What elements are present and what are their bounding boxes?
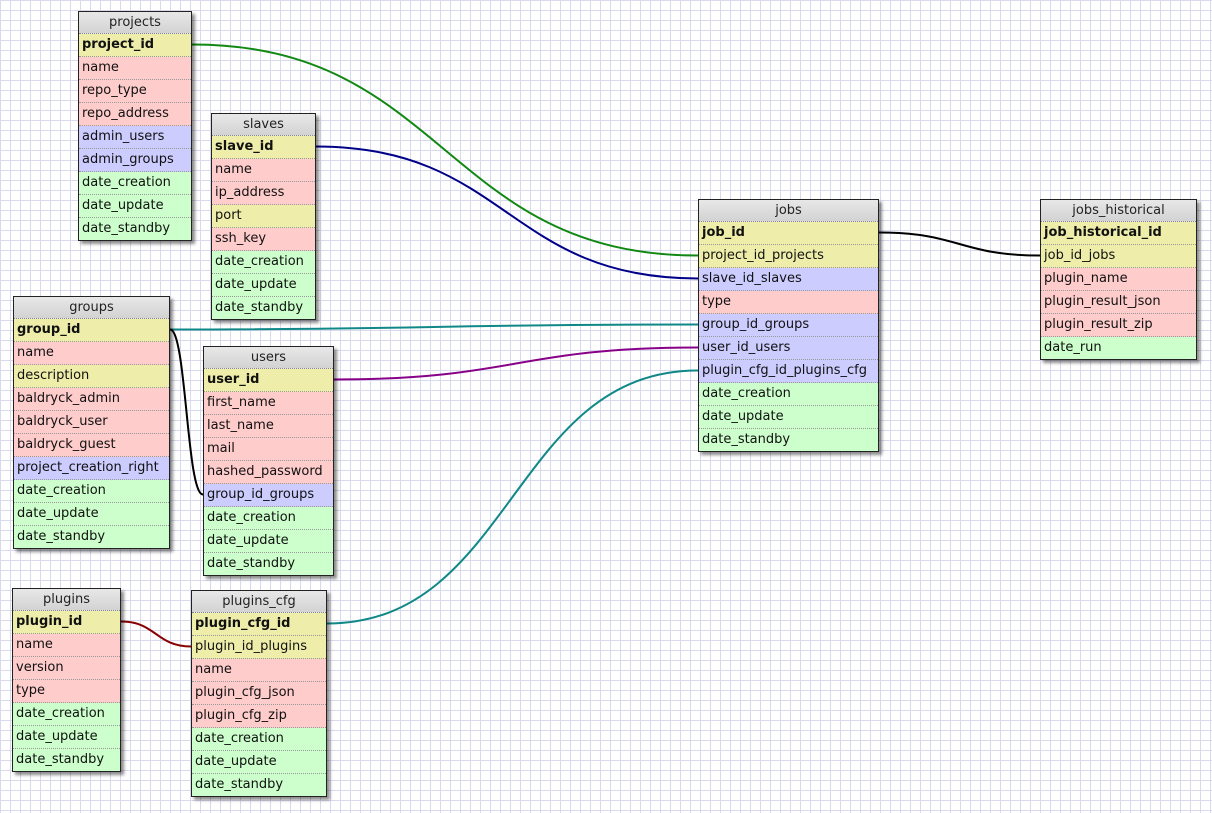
table-field[interactable]: date_update xyxy=(204,530,333,553)
table-field[interactable]: date_update xyxy=(212,274,315,297)
relation-link xyxy=(169,328,204,496)
table-field[interactable]: date_standby xyxy=(192,774,326,796)
table-jobs[interactable]: jobs job_id project_id_projects slave_id_sl… xyxy=(698,199,879,452)
table-plugins[interactable]: plugins plugin_id name version type date_crea… xyxy=(12,588,121,772)
table-field[interactable]: date_update xyxy=(79,195,191,218)
table-title[interactable]: users xyxy=(204,347,333,369)
table-jobs-historical[interactable]: jobs_historical job_historical_id job_id_j… xyxy=(1040,199,1197,360)
table-title[interactable]: slaves xyxy=(212,114,315,136)
table-field[interactable]: date_creation xyxy=(13,703,120,726)
table-field[interactable]: date_creation xyxy=(14,480,169,503)
table-field[interactable]: baldryck_guest xyxy=(14,434,169,457)
table-title[interactable]: jobs xyxy=(699,200,878,222)
primary-key-field[interactable]: job_historical_id xyxy=(1041,222,1196,245)
table-field[interactable]: date_run xyxy=(1041,337,1196,359)
primary-key-field[interactable]: slave_id xyxy=(212,136,315,159)
table-field[interactable]: project_id_projects xyxy=(699,245,878,268)
table-field[interactable]: ip_address xyxy=(212,182,315,205)
table-slaves[interactable]: slaves slave_id name ip_address port ssh_key d… xyxy=(211,113,316,320)
table-field[interactable]: date_standby xyxy=(699,429,878,451)
table-field[interactable]: date_standby xyxy=(13,749,120,771)
table-field[interactable]: name xyxy=(79,57,191,80)
relation-link xyxy=(315,145,699,280)
table-field[interactable]: name xyxy=(212,159,315,182)
table-field[interactable]: name xyxy=(13,634,120,657)
schema-canvas: projects project_id name repo_type repo_addr… xyxy=(0,0,1212,813)
table-field[interactable]: slave_id_slaves xyxy=(699,268,878,291)
table-field[interactable]: baldryck_admin xyxy=(14,388,169,411)
relation-link xyxy=(120,620,192,648)
table-field[interactable]: group_id_groups xyxy=(204,484,333,507)
table-field[interactable]: plugin_result_zip xyxy=(1041,314,1196,337)
table-field[interactable]: date_update xyxy=(13,726,120,749)
table-plugins-cfg[interactable]: plugins_cfg plugin_cfg_id plugin_id_plugin… xyxy=(191,590,327,797)
table-projects[interactable]: projects project_id name repo_type repo_addr… xyxy=(78,11,192,241)
primary-key-field[interactable]: group_id xyxy=(14,319,169,342)
table-field[interactable]: date_creation xyxy=(212,251,315,274)
table-field[interactable]: repo_type xyxy=(79,80,191,103)
table-field[interactable]: date_standby xyxy=(204,553,333,575)
primary-key-field[interactable]: plugin_cfg_id xyxy=(192,613,326,636)
table-field[interactable]: version xyxy=(13,657,120,680)
relation-link xyxy=(333,346,699,381)
table-field[interactable]: plugin_result_json xyxy=(1041,291,1196,314)
table-field[interactable]: last_name xyxy=(204,415,333,438)
table-field[interactable]: date_creation xyxy=(204,507,333,530)
table-field[interactable]: description xyxy=(14,365,169,388)
table-field[interactable]: date_update xyxy=(192,751,326,774)
table-field[interactable]: date_update xyxy=(14,503,169,526)
table-field[interactable]: ssh_key xyxy=(212,228,315,251)
table-users[interactable]: users user_id first_name last_name mail hashe… xyxy=(203,346,334,576)
table-field[interactable]: type xyxy=(699,291,878,314)
relation-link xyxy=(326,369,699,625)
table-field[interactable]: plugin_name xyxy=(1041,268,1196,291)
table-field[interactable]: first_name xyxy=(204,392,333,415)
table-field[interactable]: baldryck_user xyxy=(14,411,169,434)
table-groups[interactable]: groups group_id name description baldryck_ad… xyxy=(13,296,170,549)
table-field[interactable]: group_id_groups xyxy=(699,314,878,337)
primary-key-field[interactable]: job_id xyxy=(699,222,878,245)
table-field[interactable]: job_id_jobs xyxy=(1041,245,1196,268)
relation-link xyxy=(169,323,699,331)
table-field[interactable]: date_creation xyxy=(79,172,191,195)
table-field[interactable]: date_standby xyxy=(14,526,169,548)
table-field[interactable]: plugin_id_plugins xyxy=(192,636,326,659)
table-field[interactable]: user_id_users xyxy=(699,337,878,360)
table-field[interactable]: hashed_password xyxy=(204,461,333,484)
table-field[interactable]: project_creation_right xyxy=(14,457,169,480)
table-field[interactable]: admin_groups xyxy=(79,149,191,172)
primary-key-field[interactable]: project_id xyxy=(79,34,191,57)
table-field[interactable]: date_standby xyxy=(79,218,191,240)
primary-key-field[interactable]: user_id xyxy=(204,369,333,392)
table-title[interactable]: jobs_historical xyxy=(1041,200,1196,222)
table-field[interactable]: date_standby xyxy=(212,297,315,319)
table-field[interactable]: plugin_cfg_id_plugins_cfg xyxy=(699,360,878,383)
table-title[interactable]: plugins xyxy=(13,589,120,611)
table-title[interactable]: projects xyxy=(79,12,191,34)
table-field[interactable]: type xyxy=(13,680,120,703)
relation-link xyxy=(878,231,1041,257)
table-field[interactable]: date_creation xyxy=(699,383,878,406)
table-title[interactable]: groups xyxy=(14,297,169,319)
table-field[interactable]: date_update xyxy=(699,406,878,429)
table-field[interactable]: port xyxy=(212,205,315,228)
table-field[interactable]: mail xyxy=(204,438,333,461)
table-field[interactable]: name xyxy=(14,342,169,365)
table-title[interactable]: plugins_cfg xyxy=(192,591,326,613)
table-field[interactable]: plugin_cfg_zip xyxy=(192,705,326,728)
primary-key-field[interactable]: plugin_id xyxy=(13,611,120,634)
table-field[interactable]: repo_address xyxy=(79,103,191,126)
table-field[interactable]: date_creation xyxy=(192,728,326,751)
table-field[interactable]: name xyxy=(192,659,326,682)
table-field[interactable]: admin_users xyxy=(79,126,191,149)
table-field[interactable]: plugin_cfg_json xyxy=(192,682,326,705)
